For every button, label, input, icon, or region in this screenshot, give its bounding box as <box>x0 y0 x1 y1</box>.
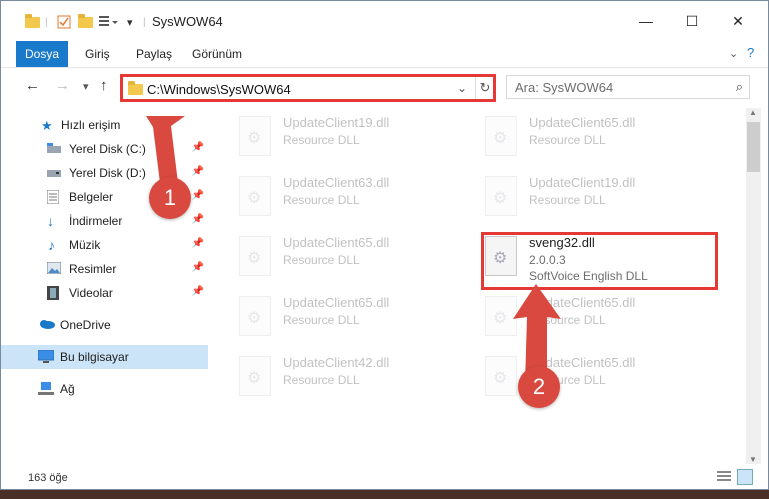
explorer-window: | ▾ | SysWOW64 — ☐ ✕ Dosya Giriş Paylaş … <box>0 0 769 490</box>
annotation-arrows <box>146 116 561 384</box>
step-badge-1: 1 <box>149 177 191 219</box>
step-badge-2: 2 <box>518 366 560 408</box>
